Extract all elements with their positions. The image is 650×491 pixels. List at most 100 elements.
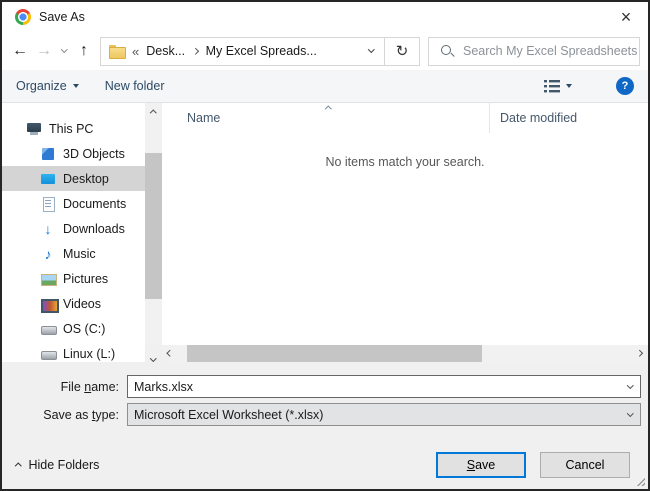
window-title: Save As [39, 10, 85, 24]
label-text: Save as [43, 407, 92, 422]
column-header-date-modified[interactable]: Date modified [489, 103, 648, 133]
sidebar-item-documents[interactable]: Documents [2, 191, 145, 216]
change-view-button[interactable] [544, 79, 572, 93]
pictures-icon [40, 271, 57, 287]
file-name-label: File name: [2, 380, 127, 394]
scrollbar-track[interactable] [179, 345, 631, 362]
help-button[interactable]: ? [616, 77, 634, 95]
save-as-dialog: Save As × ← → ↑ « Desk... My Excel Sprea… [0, 0, 650, 491]
close-icon: × [620, 6, 632, 27]
dialog-body: This PC 3D Objects Desktop Documents ↓ D… [2, 103, 648, 362]
videos-icon [40, 296, 59, 313]
downloads-icon: ↓ [44, 220, 52, 237]
command-toolbar: Organize New folder ? [2, 70, 648, 103]
button-text: ave [475, 458, 496, 472]
sidebar-item-label: Videos [63, 296, 101, 311]
file-list-pane: Name Date modified No items match your s… [162, 103, 648, 362]
chevron-down-icon [60, 46, 68, 53]
refresh-button[interactable]: ↻ [385, 38, 419, 65]
footer-bar: Hide Folders Save Cancel [2, 452, 648, 478]
cancel-button[interactable]: Cancel [540, 452, 630, 478]
breadcrumb[interactable]: « Desk... My Excel Spreads... [101, 38, 358, 65]
forward-button[interactable]: → [32, 38, 56, 64]
save-as-type-dropdown-button[interactable] [620, 409, 640, 417]
chevron-right-icon[interactable] [192, 47, 199, 55]
sidebar-item-this-pc[interactable]: This PC [2, 116, 145, 141]
column-headers: Name Date modified [162, 103, 648, 133]
sidebar-item-label: Music [63, 246, 96, 261]
back-button[interactable]: ← [8, 38, 32, 64]
sidebar-item-label: Downloads [63, 221, 125, 236]
organize-button[interactable]: Organize [16, 79, 79, 93]
sidebar-item-label: Pictures [63, 271, 109, 286]
organize-label: Organize [16, 79, 67, 93]
date-header-label: Date modified [500, 111, 578, 125]
sidebar-item-os-c[interactable]: OS (C:) [2, 316, 145, 341]
breadcrumb-item-desktop[interactable]: Desk... [146, 44, 185, 58]
back-icon: ← [12, 42, 28, 59]
save-as-type-value: Microsoft Excel Worksheet (*.xlsx) [134, 407, 324, 422]
search-box [428, 36, 640, 66]
sidebar-item-music[interactable]: ♪ Music [2, 241, 145, 266]
scrollbar-thumb[interactable] [145, 153, 162, 299]
new-folder-button[interactable]: New folder [105, 79, 165, 93]
sidebar-item-desktop[interactable]: Desktop [2, 166, 145, 191]
close-button[interactable]: × [604, 2, 648, 32]
sidebar-item-3d-objects[interactable]: 3D Objects [2, 141, 145, 166]
os-c-drive-icon [40, 321, 57, 337]
save-as-type-select[interactable]: Microsoft Excel Worksheet (*.xlsx) [127, 403, 641, 426]
scroll-up-button[interactable] [145, 103, 162, 120]
chevron-down-icon [150, 355, 157, 362]
button-text: Cancel [565, 458, 605, 472]
name-header-label: Name [187, 111, 221, 125]
breadcrumb-item-my-excel-spreadsheets[interactable]: My Excel Spreads... [206, 44, 317, 58]
file-name-dropdown-button[interactable] [620, 381, 640, 389]
sidebar-item-downloads[interactable]: ↓ Downloads [2, 216, 145, 241]
bottom-panel: File name: Save as type: Microsoft Excel… [2, 362, 648, 489]
address-dropdown-button[interactable] [358, 38, 384, 65]
linux-drive-icon [40, 346, 57, 362]
file-name-combobox [127, 375, 641, 398]
scrollbar-thumb[interactable] [187, 345, 482, 362]
breadcrumb-overflow[interactable]: « [132, 44, 139, 59]
sidebar-item-label: This PC [49, 121, 94, 136]
file-name-row: File name: [2, 375, 641, 398]
up-icon: ↑ [80, 42, 88, 59]
file-name-input[interactable] [128, 379, 620, 394]
label-text: File [60, 379, 85, 394]
chrome-logo-icon [15, 9, 31, 25]
hide-folders-button[interactable]: Hide Folders [15, 458, 100, 472]
up-button[interactable]: ↑ [72, 38, 96, 64]
chevron-down-icon [367, 46, 375, 53]
new-folder-label: New folder [104, 79, 165, 93]
sidebar-item-label: OS (C:) [63, 321, 106, 336]
chevron-left-icon [167, 350, 174, 357]
search-icon [441, 44, 454, 58]
save-button[interactable]: Save [436, 452, 526, 478]
chevron-down-icon [626, 381, 634, 389]
chevron-right-icon [636, 350, 643, 357]
scroll-right-button[interactable] [631, 345, 648, 362]
sidebar-item-pictures[interactable]: Pictures [2, 266, 145, 291]
hide-folders-label: Hide Folders [28, 458, 100, 472]
list-view-icon [544, 79, 560, 92]
scroll-down-button[interactable] [145, 345, 162, 362]
sidebar-item-label: Desktop [63, 171, 109, 186]
sidebar-item-linux-l[interactable]: Linux (L:) [2, 341, 145, 362]
scroll-left-button[interactable] [162, 345, 179, 362]
caret-down-icon [566, 84, 572, 88]
title-bar: Save As × [2, 2, 648, 32]
chevron-up-icon [15, 463, 22, 470]
label-text: ype: [95, 407, 119, 422]
search-input[interactable] [463, 44, 639, 58]
chevron-up-icon [150, 109, 157, 117]
horizontal-scrollbar[interactable] [162, 345, 648, 362]
sidebar-item-videos[interactable]: Videos [2, 291, 145, 316]
sidebar-scrollbar[interactable] [145, 103, 162, 362]
recent-locations-button[interactable] [56, 38, 72, 64]
documents-icon [40, 196, 56, 212]
toolbar-right: ? [544, 77, 634, 95]
file-list-empty-area [162, 169, 648, 345]
sidebar-item-label: Linux (L:) [63, 346, 116, 361]
save-as-type-label: Save as type: [2, 408, 127, 422]
